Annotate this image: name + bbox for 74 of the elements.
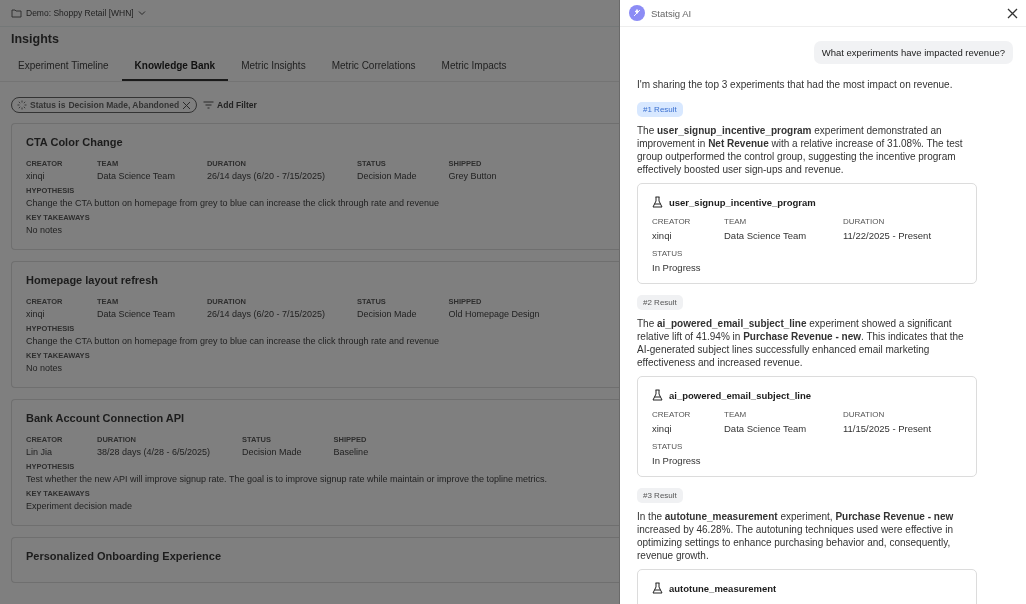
field-value: 11/22/2025 - Present [843, 230, 933, 241]
field-value: Decision Made [357, 309, 417, 319]
field-value: Data Science Team [97, 309, 175, 319]
assistant-message: The ai_powered_email_subject_line experiment showed a significant relative lift of 41.94% in Purchase Revenue - new. This indicates that the AI-generated subject lines successfully enhanced email marketing effectiveness and increased revenue. [637, 317, 965, 369]
field-value: xinqi [26, 309, 46, 319]
experiment-card[interactable]: user_signup_incentive_program CREATOR xinqi TEAM Data Science Team DURATION 11/22/2025 - Present STATUS In Progress [637, 183, 977, 284]
experiment-name: user_signup_incentive_program [669, 196, 816, 208]
field-label: CREATOR [652, 217, 692, 226]
section-text: Change the CTA button on homepage from grey to blue can increase the click through rate and revenue [26, 336, 441, 346]
filter-icon [203, 101, 215, 109]
folder-icon [11, 8, 22, 18]
card-title: Bank Account Connection API [26, 412, 186, 424]
experiment-name: autotune_measurement [669, 582, 777, 594]
field-value: Baseline [333, 447, 370, 457]
field-value: Grey Button [448, 171, 497, 181]
sparkle-logo-icon [629, 5, 645, 21]
field-label: TEAM [724, 410, 748, 419]
field-value: Decision Made [242, 447, 302, 457]
result-badge: #3 Result [637, 488, 683, 503]
field-label: TEAM [724, 217, 748, 226]
experiment-name: ai_powered_email_subject_line [669, 389, 812, 401]
flask-icon [652, 196, 663, 208]
field-value: Lin Jia [26, 447, 53, 457]
flask-icon [652, 389, 663, 401]
section-text: Test whether the new API will improve signup rate. The goal is to improve signup rate while maintain or improve the topline metrics. [26, 474, 549, 484]
assistant-message: In the autotune_measurement experiment, Purchase Revenue - new increased by 46.28%. The autotuning techniques used were effective in optimizing settings to enhance purchasing behavior and, consequently, revenue growth. [637, 510, 955, 562]
field-value: Decision Made [357, 171, 417, 181]
field-value: In Progress [652, 455, 702, 466]
panel-title: Statsig AI [651, 7, 692, 19]
experiment-card[interactable]: autotune_measurement [637, 569, 977, 604]
field-value: Data Science Team [97, 171, 175, 181]
field-label: STATUS [652, 442, 684, 451]
section-text: No notes [26, 363, 64, 373]
tab[interactable]: Metric Insights [228, 60, 319, 81]
tab[interactable]: Experiment Timeline [5, 60, 122, 81]
filter-value: Decision Made, Abandoned [68, 100, 180, 110]
field-label: DURATION [843, 217, 886, 226]
field-value: 11/15/2025 - Present [843, 423, 933, 434]
assistant-message: I'm sharing the top 3 experiments that had the most impact on revenue. [637, 78, 954, 91]
tab[interactable]: Metric Correlations [318, 60, 429, 81]
page-title: Insights [10, 31, 60, 46]
experiment-card[interactable] [11, 399, 619, 526]
result-badge: #1 Result [637, 102, 683, 117]
field-value: xinqi [652, 230, 673, 241]
section-text: Experiment decision made [26, 501, 134, 511]
filter-field: Status is [30, 100, 66, 110]
section-text: Change the CTA button on homepage from grey to blue can increase the click through rate and revenue [26, 198, 441, 208]
card-title: Personalized Onboarding Experience [26, 550, 222, 562]
result-badge: #2 Result [637, 295, 683, 310]
field-label: DURATION [843, 410, 886, 419]
field-value: In Progress [652, 262, 702, 273]
field-value: Data Science Team [724, 230, 808, 241]
workspace-selector[interactable]: Demo: Shoppy Retail [WHN] [11, 8, 146, 18]
flask-icon [652, 582, 663, 594]
tab[interactable]: Metric Impacts [428, 60, 520, 81]
experiment-card[interactable] [11, 261, 619, 388]
add-filter-button[interactable]: Add Filter [203, 100, 257, 110]
card-title: Homepage layout refresh [26, 274, 160, 286]
assistant-message: The user_signup_incentive_program experiment demonstrated an improvement in Net Revenue with a relative increase of 31.08%. The test group outperformed the control group, suggesting the incentive program effectively boosted user sign-ups and revenue. [637, 124, 964, 176]
user-message: What experiments have impacted revenue? [813, 41, 1013, 64]
experiment-card[interactable]: ai_powered_email_subject_line CREATOR xinqi TEAM Data Science Team DURATION 11/15/2025 - Present STATUS In Progress [637, 376, 977, 477]
close-icon[interactable] [1007, 7, 1018, 19]
field-label: STATUS [652, 249, 684, 258]
tab[interactable]: Knowledge Bank [121, 60, 229, 81]
field-value: xinqi [652, 423, 673, 434]
experiment-card[interactable]: Personalized Onboarding Experience [11, 537, 619, 583]
field-value: xinqi [26, 171, 46, 181]
experiment-card[interactable] [11, 123, 619, 250]
card-title: CTA Color Change [26, 136, 124, 148]
section-text: No notes [26, 225, 64, 235]
spinner-icon [17, 100, 27, 110]
field-value: Data Science Team [724, 423, 808, 434]
field-label: CREATOR [652, 410, 692, 419]
chevron-down-icon [137, 10, 146, 16]
